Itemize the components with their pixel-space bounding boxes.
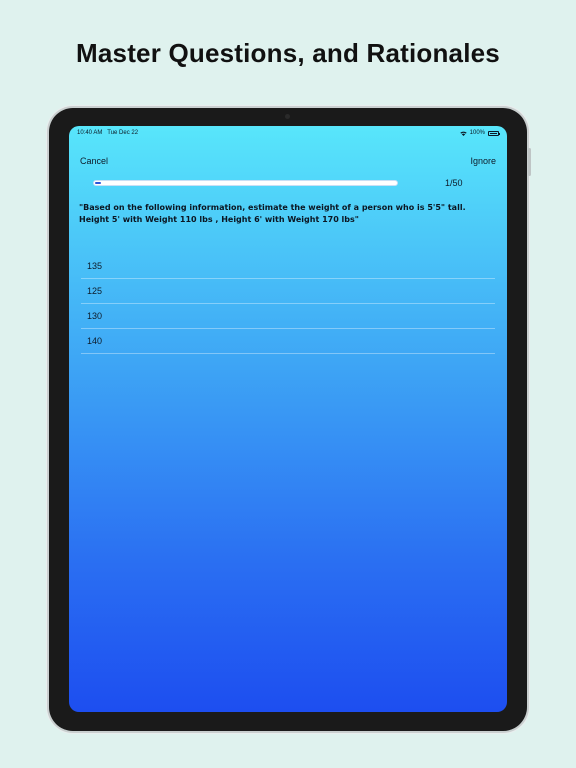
status-time-date: 10:40 AM Tue Dec 22 xyxy=(77,130,138,136)
app-screen: 10:40 AM Tue Dec 22 100% Cancel Ignore 1… xyxy=(69,126,507,712)
answer-option[interactable]: 135 xyxy=(81,254,495,279)
status-right: 100% xyxy=(459,130,500,136)
status-date: Tue Dec 22 xyxy=(107,130,139,136)
tablet-frame: 10:40 AM Tue Dec 22 100% Cancel Ignore 1… xyxy=(49,108,531,731)
status-time: 10:40 AM xyxy=(77,130,103,136)
question-text: "Based on the following information, est… xyxy=(79,203,466,224)
answer-label: 125 xyxy=(87,286,103,296)
answer-label: 135 xyxy=(87,261,103,271)
answer-label: 140 xyxy=(87,336,103,346)
ignore-button[interactable]: Ignore xyxy=(470,156,496,166)
hardware-button xyxy=(528,148,531,176)
progress-row: 1/50 xyxy=(93,178,463,188)
answer-option[interactable]: 140 xyxy=(81,329,495,354)
answer-list: 135 125 130 140 xyxy=(81,254,495,354)
answer-option[interactable]: 125 xyxy=(81,279,495,304)
front-camera xyxy=(285,114,290,119)
progress-count: 1/50 xyxy=(445,178,463,188)
battery-icon xyxy=(488,130,500,136)
battery-percent: 100% xyxy=(469,130,485,136)
progress-fill xyxy=(95,182,101,184)
status-bar: 10:40 AM Tue Dec 22 100% xyxy=(69,129,507,139)
wifi-icon xyxy=(459,131,467,136)
nav-bar: Cancel Ignore xyxy=(80,156,496,170)
progress-bar xyxy=(93,180,398,186)
answer-label: 130 xyxy=(87,311,103,321)
page-headline: Master Questions, and Rationales xyxy=(76,38,500,68)
answer-option[interactable]: 130 xyxy=(81,304,495,329)
cancel-button[interactable]: Cancel xyxy=(80,156,108,166)
